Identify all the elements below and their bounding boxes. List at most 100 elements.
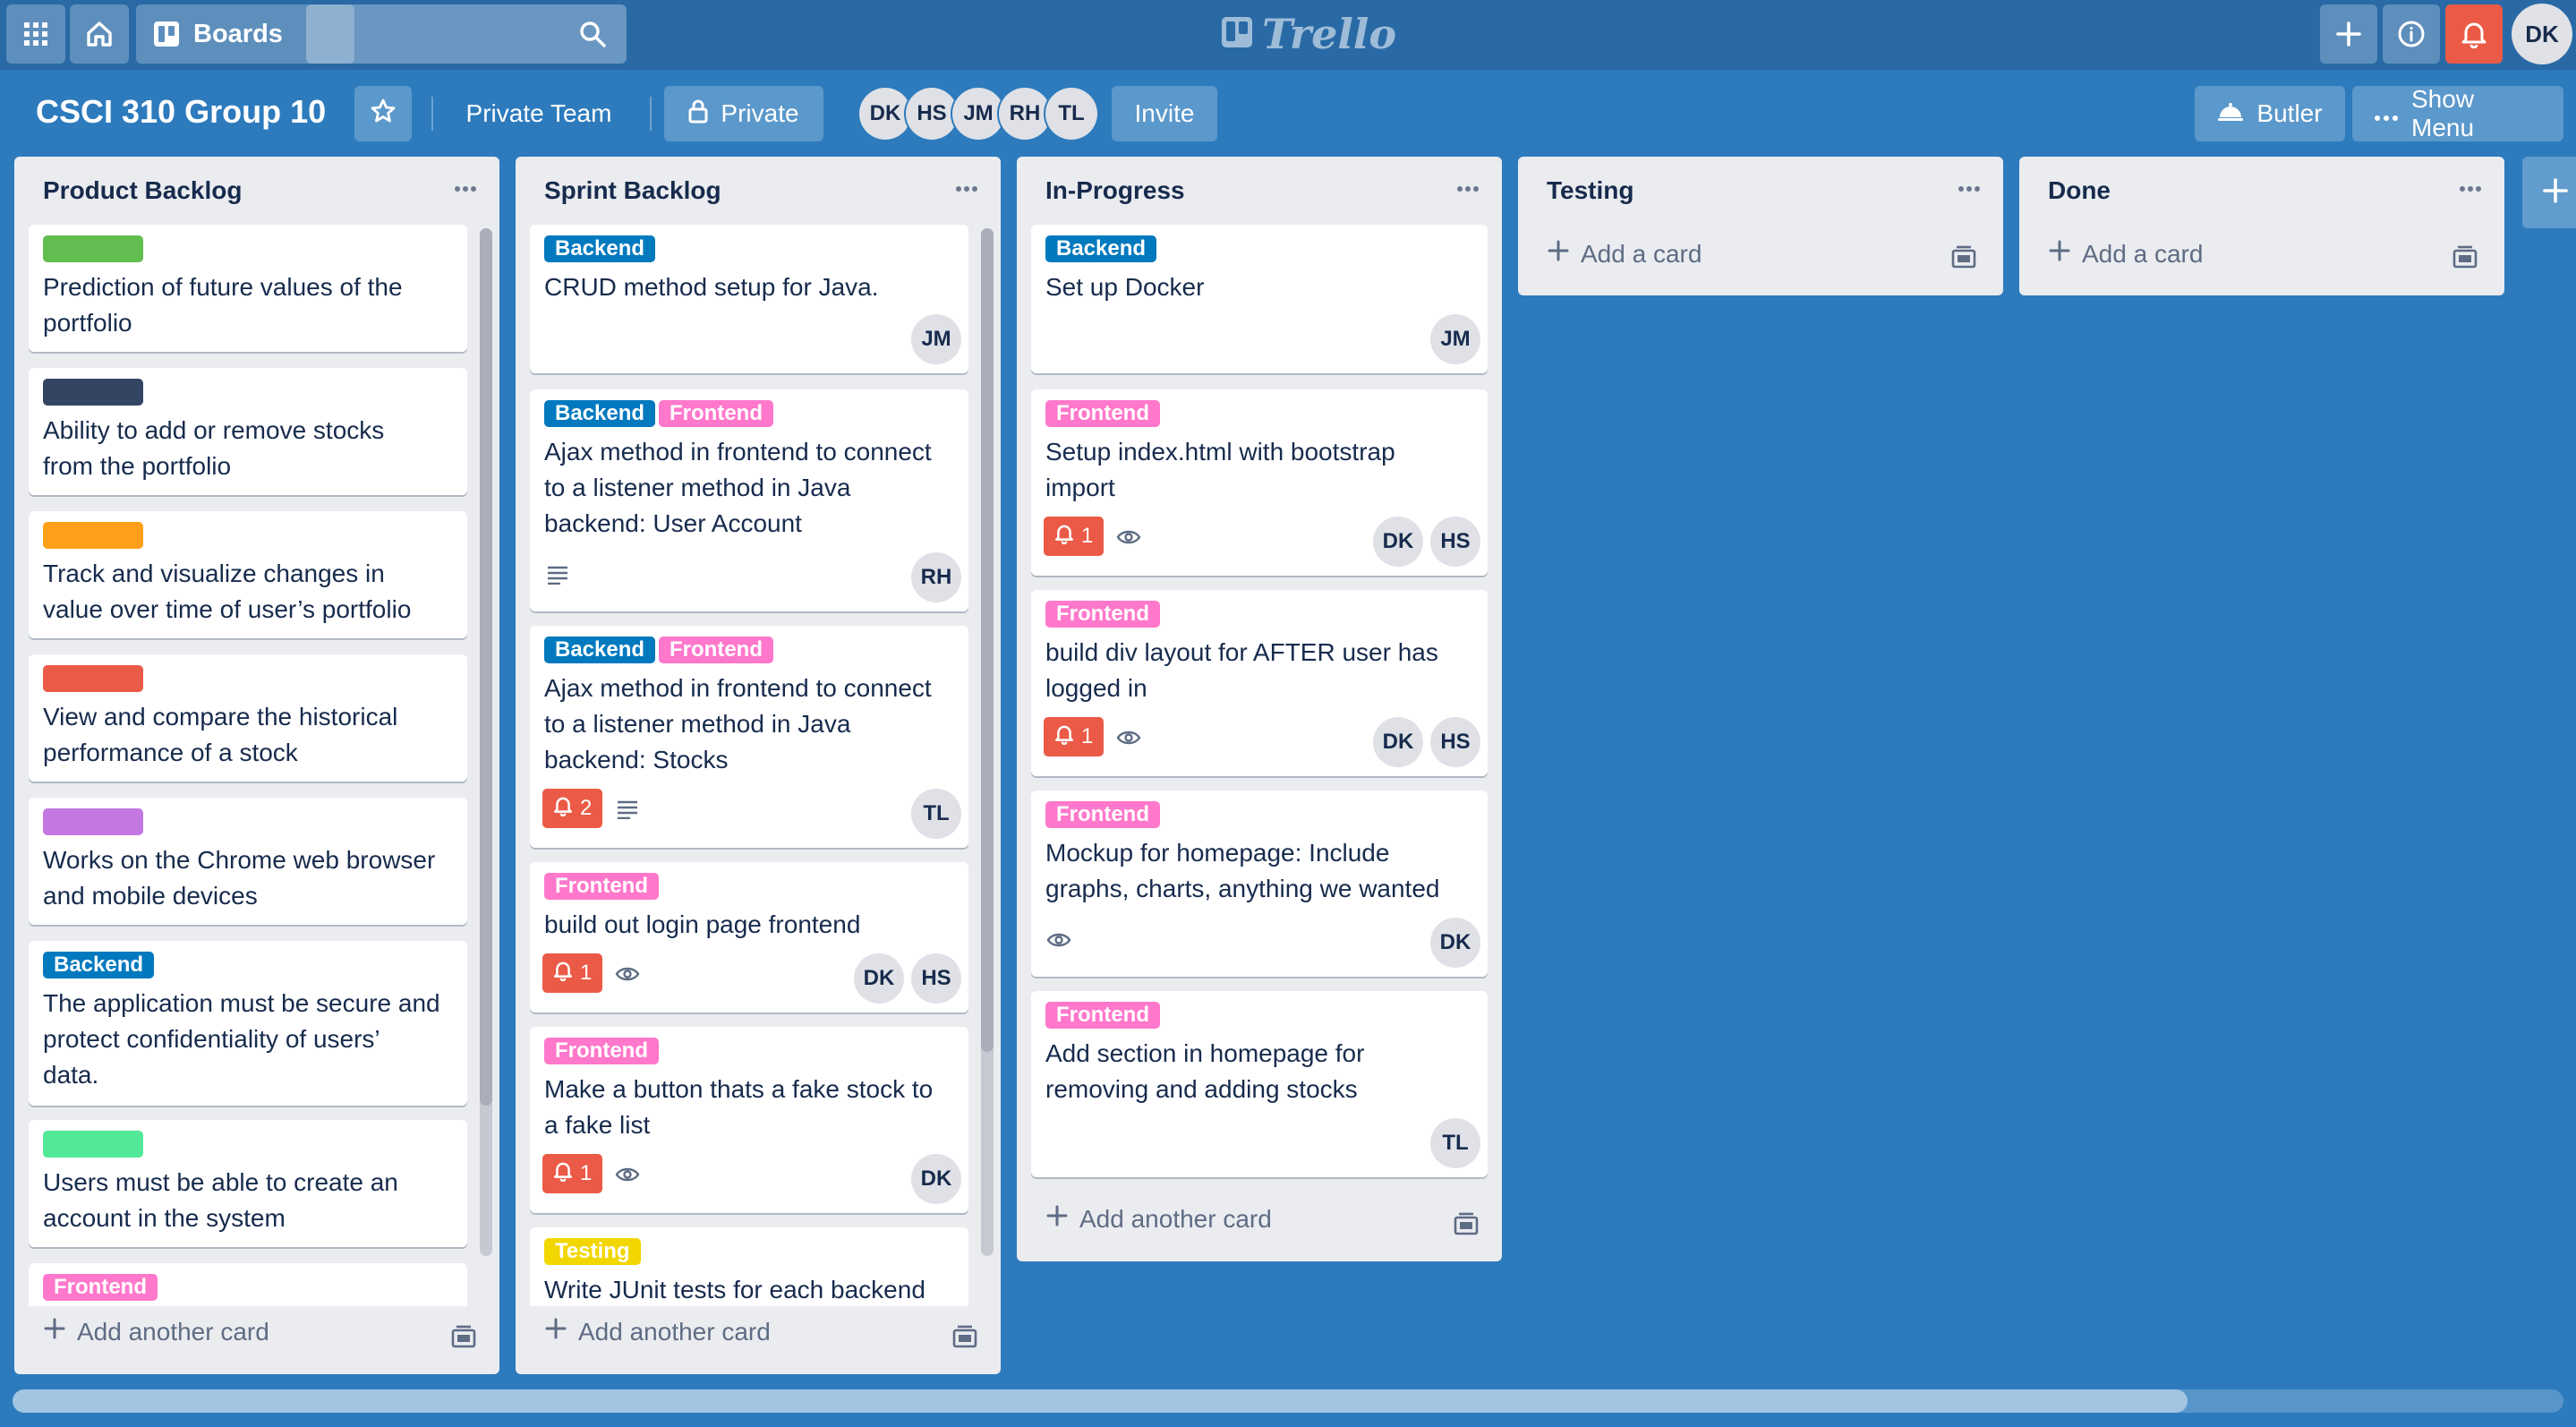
- list-menu-button[interactable]: [444, 169, 487, 209]
- list-menu-button[interactable]: [2449, 169, 2492, 209]
- due-date-badge[interactable]: 1: [542, 953, 603, 993]
- card-member-avatar[interactable]: DK: [1430, 918, 1480, 968]
- create-button[interactable]: [2320, 4, 2377, 64]
- card-label-frontend[interactable]: Frontend: [43, 1274, 158, 1301]
- board-horizontal-scrollbar[interactable]: [13, 1389, 2563, 1413]
- card[interactable]: Users must be able to create an account i…: [29, 1120, 467, 1247]
- card[interactable]: View and compare the historical performan…: [29, 654, 467, 782]
- card[interactable]: Backend Frontend Ajax method in frontend…: [530, 626, 968, 848]
- apps-grid-button[interactable]: [6, 4, 65, 64]
- card-label-green[interactable]: [43, 235, 143, 262]
- card-label-orange[interactable]: [43, 522, 143, 549]
- card-label-frontend[interactable]: Frontend: [544, 873, 659, 900]
- board-title[interactable]: CSCI 310 Group 10: [36, 93, 326, 131]
- add-card-button[interactable]: Add a card: [2048, 239, 2203, 269]
- card-template-icon[interactable]: [1949, 243, 1978, 271]
- card[interactable]: Frontend build div layout for AFTER user…: [1031, 590, 1488, 776]
- card-member-avatar[interactable]: TL: [911, 789, 961, 839]
- card-label-frontend[interactable]: Frontend: [1045, 601, 1160, 628]
- member-avatar[interactable]: TL: [1045, 88, 1097, 140]
- card-label-red[interactable]: [43, 665, 143, 692]
- card-template-icon[interactable]: [951, 1322, 979, 1351]
- trello-logo[interactable]: Trello: [1221, 9, 1396, 59]
- card-member-avatar[interactable]: DK: [911, 1154, 961, 1204]
- home-button[interactable]: [70, 4, 129, 64]
- due-date-badge[interactable]: 1: [1044, 717, 1105, 756]
- card-label-backend[interactable]: Backend: [43, 952, 155, 978]
- due-date-badge[interactable]: 1: [1044, 517, 1105, 556]
- card[interactable]: Backend The application must be secure a…: [29, 941, 467, 1106]
- card[interactable]: Frontend: [29, 1263, 467, 1306]
- due-date-badge[interactable]: 1: [542, 1154, 603, 1193]
- card-member-avatar[interactable]: JM: [1430, 314, 1480, 364]
- card-member-avatar[interactable]: DK: [1373, 517, 1423, 567]
- card[interactable]: Works on the Chrome web browser and mobil…: [29, 798, 467, 925]
- card-label-backend[interactable]: Backend: [544, 235, 656, 262]
- card[interactable]: Frontend Setup index.html with bootstrap…: [1031, 389, 1488, 576]
- list-scrollbar-thumb[interactable]: [480, 228, 492, 1106]
- card-label-testing[interactable]: Testing: [544, 1238, 641, 1265]
- info-button[interactable]: [2383, 4, 2440, 64]
- star-board-button[interactable]: [354, 86, 412, 141]
- member-avatar[interactable]: RH: [999, 88, 1051, 140]
- card-label-backend[interactable]: Backend: [1045, 235, 1157, 262]
- add-list-button[interactable]: [2522, 157, 2576, 228]
- card[interactable]: Backend Frontend Ajax method in frontend…: [530, 389, 968, 611]
- team-button[interactable]: Private Team: [442, 86, 635, 141]
- member-avatar[interactable]: HS: [906, 88, 958, 140]
- list-scrollbar-thumb[interactable]: [981, 228, 994, 1052]
- list-menu-button[interactable]: [1446, 169, 1489, 209]
- card[interactable]: Ability to add or remove stocks from the …: [29, 368, 467, 495]
- card-member-avatar[interactable]: TL: [1430, 1118, 1480, 1168]
- add-card-button[interactable]: Add another card: [544, 1317, 771, 1346]
- card[interactable]: Frontend Mockup for homepage: Include gra…: [1031, 790, 1488, 977]
- member-avatar[interactable]: DK: [859, 88, 911, 140]
- card-label-frontend[interactable]: Frontend: [659, 400, 773, 427]
- user-avatar[interactable]: DK: [2512, 4, 2572, 64]
- list-menu-button[interactable]: [1948, 169, 1991, 209]
- card[interactable]: Backend CRUD method setup for Java. JM: [530, 225, 968, 373]
- visibility-button[interactable]: Private: [664, 86, 823, 141]
- add-card-button[interactable]: Add another card: [43, 1317, 269, 1346]
- card-label-navy[interactable]: [43, 379, 143, 406]
- card-template-icon[interactable]: [449, 1322, 478, 1351]
- card-member-avatar[interactable]: HS: [1430, 717, 1480, 767]
- list-title[interactable]: In-Progress: [1045, 176, 1185, 205]
- card-label-frontend[interactable]: Frontend: [544, 1038, 659, 1064]
- card-label-purple[interactable]: [43, 808, 143, 835]
- card[interactable]: Testing Write JUnit tests for each backe…: [530, 1227, 968, 1306]
- card-member-avatar[interactable]: HS: [911, 953, 961, 1004]
- card-member-avatar[interactable]: DK: [1373, 717, 1423, 767]
- add-card-button[interactable]: Add a card: [1547, 239, 1702, 269]
- notifications-button[interactable]: [2445, 4, 2503, 64]
- list-title[interactable]: Sprint Backlog: [544, 176, 721, 205]
- list-menu-button[interactable]: [945, 169, 988, 209]
- card[interactable]: Backend Set up Docker JM: [1031, 225, 1488, 373]
- card[interactable]: Frontend build out login page frontend 1…: [530, 862, 968, 1013]
- card[interactable]: Frontend Make a button thats a fake stoc…: [530, 1027, 968, 1213]
- card-member-avatar[interactable]: DK: [854, 953, 904, 1004]
- card[interactable]: Track and visualize changes in value over…: [29, 511, 467, 638]
- card-label-backend[interactable]: Backend: [544, 400, 656, 427]
- list-title[interactable]: Testing: [1547, 176, 1633, 205]
- list-title[interactable]: Product Backlog: [43, 176, 242, 205]
- card-label-frontend[interactable]: Frontend: [1045, 400, 1160, 427]
- card-template-icon[interactable]: [1452, 1209, 1480, 1238]
- search-input[interactable]: [306, 4, 627, 64]
- card-member-avatar[interactable]: HS: [1430, 517, 1480, 567]
- due-date-badge[interactable]: 2: [542, 789, 603, 828]
- list-scrollbar[interactable]: [981, 228, 994, 1256]
- card-label-frontend[interactable]: Frontend: [659, 637, 773, 663]
- card-template-icon[interactable]: [2451, 243, 2479, 271]
- list-scrollbar[interactable]: [480, 228, 492, 1256]
- card[interactable]: Frontend Add section in homepage for remo…: [1031, 991, 1488, 1177]
- card-label-backend[interactable]: Backend: [544, 637, 656, 663]
- card[interactable]: Prediction of future values of the portfo…: [29, 225, 467, 352]
- list-title[interactable]: Done: [2048, 176, 2111, 205]
- invite-button[interactable]: Invite: [1112, 86, 1217, 141]
- add-card-button[interactable]: Add another card: [1045, 1204, 1272, 1234]
- butler-button[interactable]: Butler: [2195, 86, 2345, 141]
- card-label-frontend[interactable]: Frontend: [1045, 1002, 1160, 1029]
- board-scrollbar-thumb[interactable]: [13, 1389, 2188, 1413]
- card-member-avatar[interactable]: RH: [911, 552, 961, 602]
